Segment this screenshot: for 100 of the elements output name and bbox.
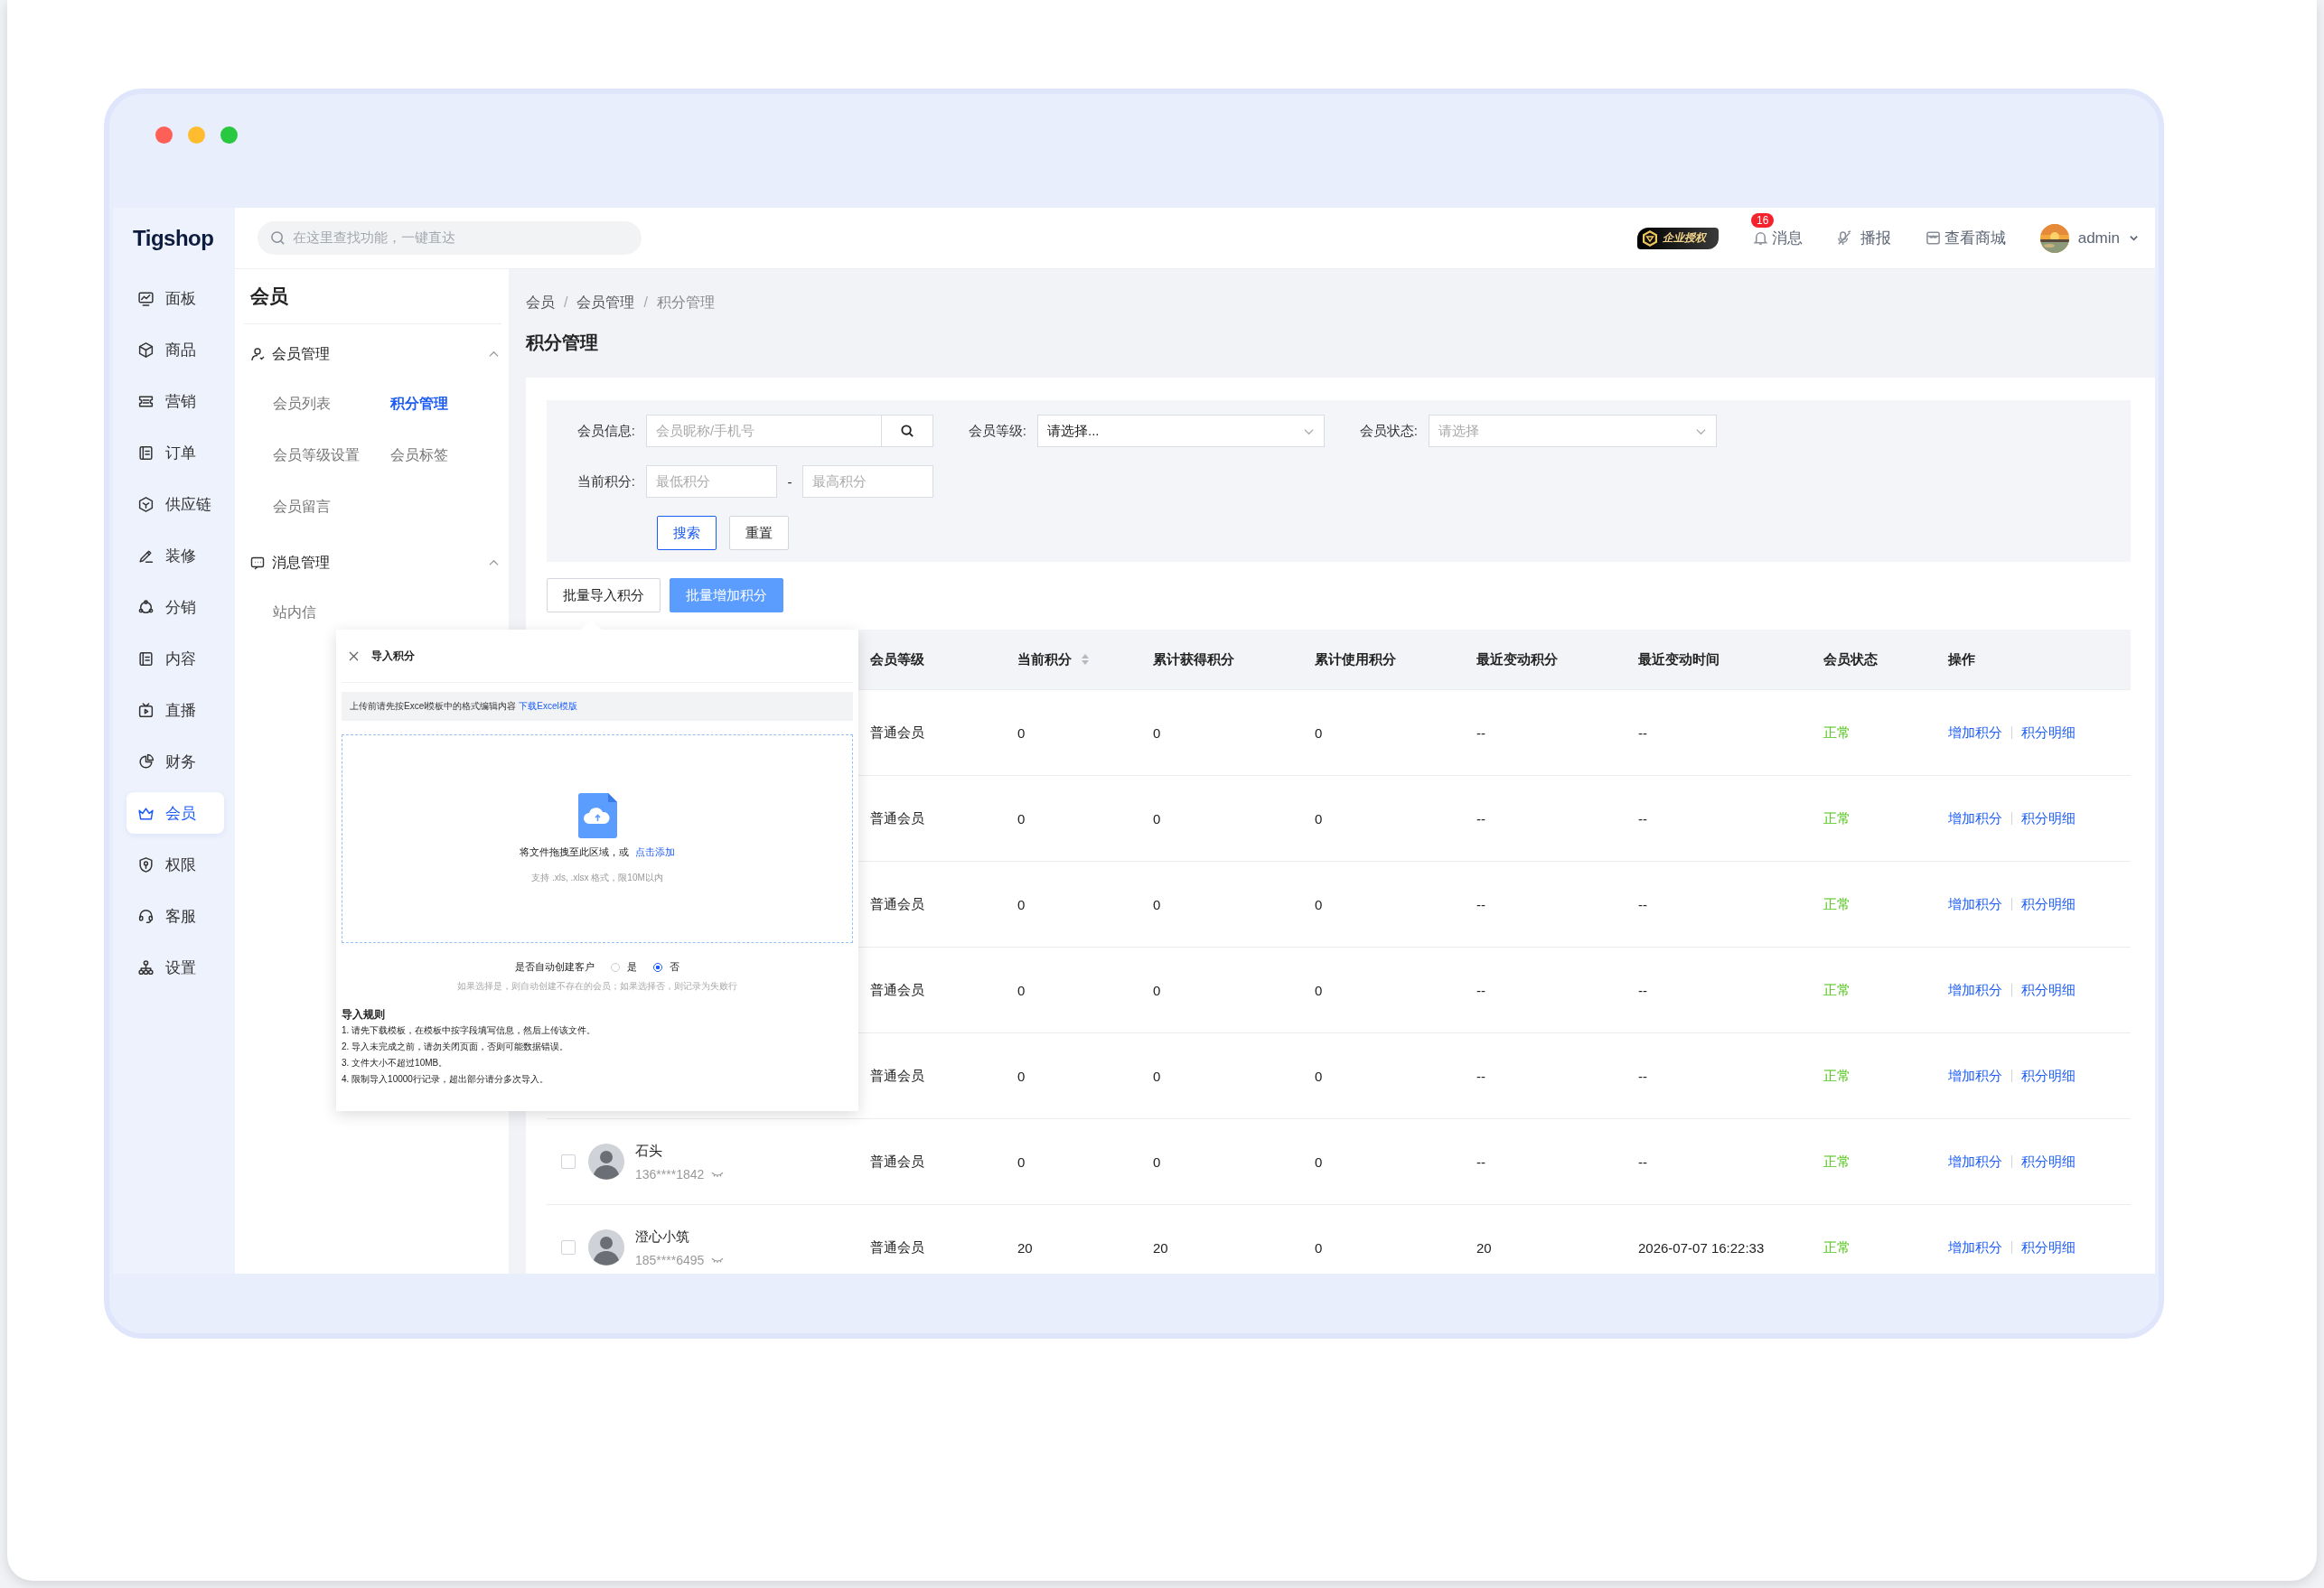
row-action-link[interactable]: 增加积分 bbox=[1948, 981, 2002, 999]
breadcrumb-item[interactable]: 积分管理 bbox=[656, 293, 715, 313]
table-cell: 0 bbox=[1153, 896, 1161, 912]
column-header: 会员等级 bbox=[870, 650, 924, 668]
row-checkbox[interactable] bbox=[561, 1154, 576, 1169]
row-action-link[interactable]: 增加积分 bbox=[1948, 724, 2002, 742]
user-menu[interactable]: admin bbox=[2039, 223, 2139, 253]
close-icon[interactable] bbox=[349, 650, 359, 661]
breadcrumb-item[interactable]: 会员管理 bbox=[576, 293, 635, 313]
table-cell: 普通会员 bbox=[870, 724, 924, 740]
range-separator: - bbox=[786, 473, 793, 490]
nav-item[interactable]: 面板 bbox=[127, 277, 224, 319]
nav-item[interactable]: 设置 bbox=[127, 947, 224, 988]
tv-icon bbox=[137, 701, 155, 719]
eye-icon[interactable] bbox=[711, 1170, 725, 1178]
radio-option[interactable]: 是 bbox=[611, 961, 637, 974]
row-action-link[interactable]: 增加积分 bbox=[1948, 895, 2002, 913]
row-action-link[interactable]: 增加积分 bbox=[1948, 1153, 2002, 1171]
close-dot[interactable] bbox=[155, 126, 173, 144]
table-cell: 0 bbox=[1153, 982, 1161, 998]
table-cell: 普通会员 bbox=[870, 1238, 924, 1255]
search-button[interactable] bbox=[882, 415, 933, 447]
license-badge[interactable]: 企业授权 bbox=[1636, 227, 1719, 249]
nav-item[interactable]: 权限 bbox=[127, 844, 224, 885]
nav-item[interactable]: 会员 bbox=[127, 792, 224, 834]
nav-item[interactable]: 分销 bbox=[127, 586, 224, 628]
submenu-item[interactable]: 积分管理 bbox=[390, 378, 508, 430]
nav-item[interactable]: 直播 bbox=[127, 689, 224, 731]
user-icon bbox=[250, 347, 265, 361]
broadcast-link[interactable]: 播报 bbox=[1836, 228, 1891, 248]
click-add-link[interactable]: 点击添加 bbox=[634, 846, 675, 857]
table-cell: -- bbox=[1638, 1154, 1647, 1170]
view-store-link[interactable]: 查看商城 bbox=[1925, 228, 2006, 248]
search-icon bbox=[270, 230, 286, 246]
network-icon bbox=[137, 598, 155, 616]
row-action-link[interactable]: 增加积分 bbox=[1948, 809, 2002, 827]
nav-item[interactable]: 财务 bbox=[127, 741, 224, 782]
menu-group[interactable]: 会员管理 bbox=[244, 330, 501, 378]
column-header: 当前积分 bbox=[1017, 650, 1072, 668]
table-cell: 0 bbox=[1315, 810, 1323, 827]
popup-title: 导入积分 bbox=[371, 648, 415, 664]
count-badge: 16 bbox=[1750, 213, 1775, 228]
table-cell: -- bbox=[1476, 810, 1485, 827]
breadcrumb-item[interactable]: 会员 bbox=[526, 293, 555, 313]
table-cell: 20 bbox=[1153, 1239, 1168, 1256]
member-level-select[interactable]: 请选择... bbox=[1037, 415, 1325, 447]
minimize-dot[interactable] bbox=[188, 126, 205, 144]
batch-import-button[interactable]: 批量导入积分 bbox=[547, 578, 661, 612]
upload-dropzone[interactable]: 将文件拖拽至此区域，或 点击添加 支持 .xls, .xlsx 格式，限10M以内 bbox=[342, 734, 853, 943]
table-cell: 0 bbox=[1315, 896, 1323, 912]
table-cell: 0 bbox=[1017, 1154, 1026, 1170]
caret-icon bbox=[2129, 233, 2139, 243]
radio-button[interactable] bbox=[653, 963, 662, 972]
row-action-link[interactable]: 积分明细 bbox=[2021, 895, 2076, 913]
status-text: 正常 bbox=[1823, 809, 1851, 826]
submenu-item[interactable]: 会员等级设置 bbox=[273, 430, 390, 481]
submenu-item[interactable]: 会员留言 bbox=[273, 481, 390, 533]
option-label: 是否自动创建客户 bbox=[515, 961, 595, 974]
row-action-link[interactable]: 积分明细 bbox=[2021, 809, 2076, 827]
nav-item[interactable]: 供应链 bbox=[127, 483, 224, 525]
table-cell: 0 bbox=[1017, 724, 1026, 741]
nav-item[interactable]: 装修 bbox=[127, 535, 224, 576]
row-action-link[interactable]: 积分明细 bbox=[2021, 981, 2076, 999]
nav-item[interactable]: 商品 bbox=[127, 329, 224, 370]
avatar-icon bbox=[588, 1144, 624, 1180]
nav-item[interactable]: 客服 bbox=[127, 895, 224, 937]
row-action-link[interactable]: 积分明细 bbox=[2021, 724, 2076, 742]
member-phone: 185****6495 bbox=[635, 1252, 705, 1267]
member-phone: 136****1842 bbox=[635, 1166, 705, 1182]
field-label: 会员状态: bbox=[1358, 422, 1419, 440]
page-title: 积分管理 bbox=[526, 331, 599, 354]
messages-link[interactable]: 消息 bbox=[1752, 228, 1803, 248]
radio-option[interactable]: 否 bbox=[653, 961, 679, 974]
table-cell: 0 bbox=[1315, 724, 1323, 741]
row-action-link[interactable]: 积分明细 bbox=[2021, 1238, 2076, 1256]
menu-group[interactable]: 消息管理 bbox=[244, 538, 501, 587]
sort-icon[interactable] bbox=[1081, 653, 1090, 666]
table-cell: 普通会员 bbox=[870, 895, 924, 911]
row-action-link[interactable]: 积分明细 bbox=[2021, 1067, 2076, 1085]
table-cell: -- bbox=[1476, 724, 1485, 741]
row-checkbox[interactable] bbox=[561, 1240, 576, 1255]
row-action-link[interactable]: 增加积分 bbox=[1948, 1238, 2002, 1256]
submenu-item[interactable]: 会员标签 bbox=[390, 430, 508, 481]
reset-button[interactable]: 重置 bbox=[729, 516, 789, 550]
nav-item[interactable]: 订单 bbox=[127, 432, 224, 473]
nav-item[interactable]: 内容 bbox=[127, 638, 224, 679]
table-cell: -- bbox=[1476, 982, 1485, 998]
search-submit-button[interactable]: 搜索 bbox=[657, 516, 717, 550]
table-cell: 0 bbox=[1153, 1068, 1161, 1084]
submenu-item[interactable]: 会员列表 bbox=[273, 378, 390, 430]
column-header: 累计使用积分 bbox=[1315, 650, 1396, 668]
column-header: 最近变动积分 bbox=[1476, 650, 1558, 668]
eye-icon[interactable] bbox=[711, 1256, 725, 1264]
maximize-dot[interactable] bbox=[220, 126, 238, 144]
microphone-icon bbox=[1836, 230, 1852, 246]
row-action-link[interactable]: 增加积分 bbox=[1948, 1067, 2002, 1085]
download-template-link[interactable]: 下载Excel模版 bbox=[519, 700, 577, 713]
row-action-link[interactable]: 积分明细 bbox=[2021, 1153, 2076, 1171]
status-text: 正常 bbox=[1823, 981, 1851, 997]
nav-item[interactable]: 营销 bbox=[127, 380, 224, 422]
